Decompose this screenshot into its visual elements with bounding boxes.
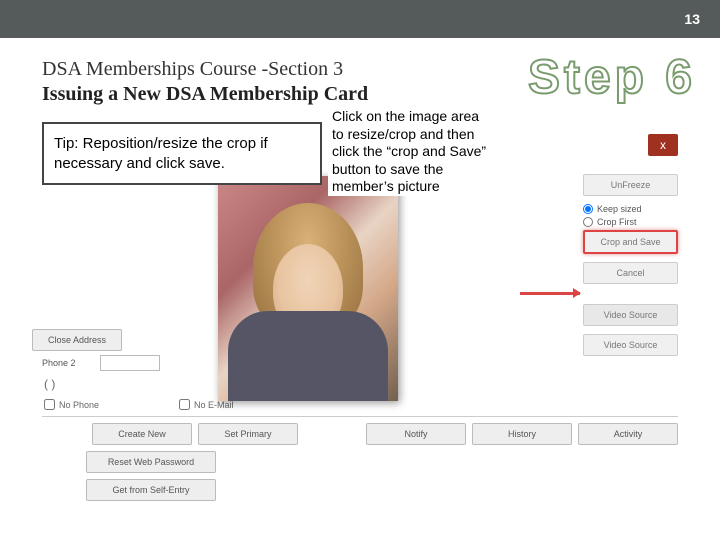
notify-button[interactable]: Notify [366, 423, 466, 445]
page-number: 13 [684, 11, 700, 27]
phone2-label: Phone 2 [42, 358, 100, 368]
history-button[interactable]: History [472, 423, 572, 445]
close-button[interactable]: x [648, 134, 678, 156]
reset-password-button[interactable]: Reset Web Password [86, 451, 216, 473]
set-primary-button[interactable]: Set Primary [198, 423, 298, 445]
video-source-button[interactable]: Video Source [583, 334, 678, 356]
close-address-button[interactable]: Close Address [32, 329, 122, 351]
separator [42, 416, 678, 417]
video-source-label: Video Source [583, 304, 678, 326]
unfreeze-button[interactable]: UnFreeze [583, 174, 678, 196]
create-new-button[interactable]: Create New [92, 423, 192, 445]
arrow-annotation [520, 292, 580, 295]
keep-sized-radio[interactable]: Keep sized [583, 204, 678, 214]
capture-panel: x UnFreeze Keep sized Crop First Crop an… [478, 174, 678, 364]
phone2-input[interactable] [100, 355, 160, 371]
top-bar: 13 [0, 0, 720, 38]
crop-first-radio[interactable]: Crop First [583, 217, 678, 227]
photo-placeholder [228, 311, 388, 401]
cancel-button[interactable]: Cancel [583, 262, 678, 284]
member-photo-crop-area[interactable] [218, 176, 398, 401]
activity-button[interactable]: Activity [578, 423, 678, 445]
instruction-text: Click on the image area to resize/crop a… [328, 108, 498, 196]
no-phone-checkbox[interactable]: No Phone [44, 399, 99, 410]
crop-and-save-button[interactable]: Crop and Save [583, 230, 678, 254]
tip-callout: Tip: Reposition/resize the crop if neces… [42, 122, 322, 185]
self-entry-button[interactable]: Get from Self-Entry [86, 479, 216, 501]
step-badge: Step 6 [528, 50, 696, 105]
